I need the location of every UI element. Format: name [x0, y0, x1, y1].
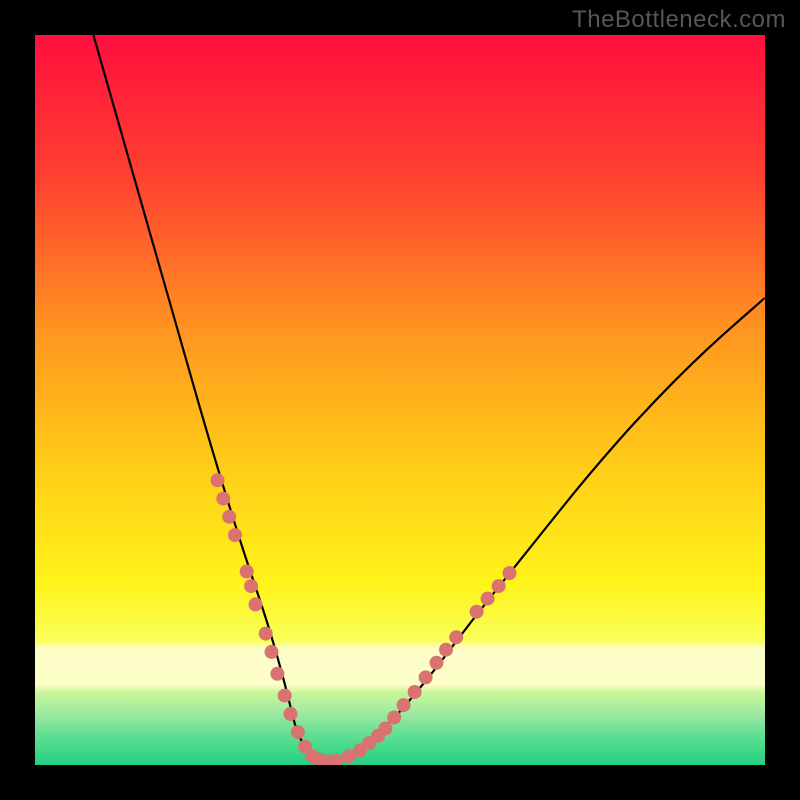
data-point: [228, 528, 242, 542]
data-point: [240, 565, 254, 579]
data-point: [329, 754, 343, 765]
data-point: [222, 510, 236, 524]
data-point: [397, 698, 411, 712]
data-point: [408, 685, 422, 699]
data-markers: [211, 473, 517, 765]
data-point: [291, 725, 305, 739]
data-point: [244, 579, 258, 593]
data-point: [503, 566, 517, 580]
chart-svg: [35, 35, 765, 765]
bottleneck-curve: [93, 35, 765, 760]
data-point: [270, 667, 284, 681]
chart-frame: TheBottleneck.com: [0, 0, 800, 800]
data-point: [470, 605, 484, 619]
data-point: [439, 643, 453, 657]
data-point: [265, 645, 279, 659]
data-point: [216, 492, 230, 506]
data-point: [449, 630, 463, 644]
data-point: [492, 579, 506, 593]
data-point: [387, 711, 401, 725]
data-point: [481, 592, 495, 606]
data-point: [419, 670, 433, 684]
data-point: [284, 707, 298, 721]
data-point: [211, 473, 225, 487]
data-point: [259, 627, 273, 641]
plot-area: [35, 35, 765, 765]
data-point: [278, 689, 292, 703]
data-point: [430, 656, 444, 670]
watermark-text: TheBottleneck.com: [572, 6, 786, 34]
data-point: [249, 597, 263, 611]
data-point: [378, 722, 392, 736]
